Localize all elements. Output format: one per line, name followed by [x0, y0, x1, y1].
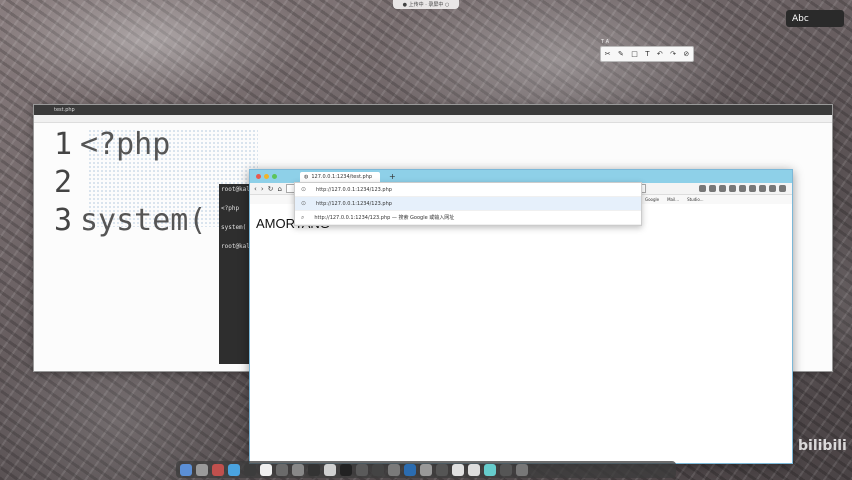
extension-icons	[699, 185, 792, 192]
code-line-1[interactable]: 1 <?php	[54, 127, 170, 162]
extension-icon[interactable]	[719, 185, 726, 192]
dock	[176, 461, 676, 478]
editor-title-bar: test.php	[34, 105, 832, 115]
editor-file-name: test.php	[54, 107, 75, 113]
suggestion-item[interactable]: ⌕ http://127.0.0.1:1234/123.php — 搜索 Goo…	[295, 211, 641, 225]
page-content: AMORTANG	[250, 204, 792, 459]
terminal-line: <?php	[221, 205, 240, 212]
globe-icon: ◍	[304, 173, 309, 180]
history-icon: ⊙	[301, 186, 307, 193]
dock-app-icon[interactable]	[196, 463, 208, 476]
menu-icon[interactable]	[779, 185, 786, 192]
dock-app-icon[interactable]	[276, 463, 288, 476]
back-arrow-icon[interactable]: ‹	[254, 185, 257, 193]
forward-arrow-icon[interactable]: ›	[261, 185, 264, 193]
bookmark-item[interactable]: Mail...	[667, 197, 679, 202]
suggestion-text: http://127.0.0.1:1234/123.php	[316, 186, 392, 193]
code-text: <?php	[80, 127, 171, 162]
redo-icon[interactable]: ↷	[670, 50, 676, 58]
extension-icon[interactable]	[769, 185, 776, 192]
undo-icon[interactable]: ↶	[657, 50, 663, 58]
close-window-button[interactable]	[256, 174, 261, 179]
terminal-line: root@kali:	[221, 186, 249, 193]
clear-icon[interactable]: ⊘	[683, 50, 689, 58]
home-icon[interactable]: ⌂	[278, 185, 282, 193]
suggestion-text: http://127.0.0.1:1234/123.php	[316, 200, 392, 207]
editor-tab-bar	[34, 115, 832, 123]
input-method-badge[interactable]: Abc	[786, 10, 844, 27]
dock-app-icon[interactable]	[244, 463, 256, 476]
maximize-window-button[interactable]	[272, 174, 277, 179]
dock-app-icon[interactable]	[340, 463, 352, 476]
dock-app-icon[interactable]	[500, 463, 512, 476]
reload-icon[interactable]: ↻	[268, 185, 274, 193]
annotation-toolbar-label: T A	[601, 39, 610, 45]
extension-icon[interactable]	[759, 185, 766, 192]
terminal-window[interactable]: root@kali: <?php system( root@kali:	[219, 184, 251, 364]
line-number: 3	[54, 203, 73, 238]
bookmark-item[interactable]: Google	[645, 197, 659, 202]
suggestion-text: http://127.0.0.1:1234/123.php — 搜索 Googl…	[314, 215, 455, 221]
dock-app-icon[interactable]	[516, 463, 528, 476]
rectangle-icon[interactable]: □	[631, 50, 638, 58]
suggestion-item[interactable]: ⊙ http://127.0.0.1:1234/123.php	[295, 197, 641, 211]
code-line-2[interactable]: 2	[54, 165, 80, 200]
extension-icon[interactable]	[749, 185, 756, 192]
dock-app-icon[interactable]	[228, 463, 240, 476]
dock-app-icon[interactable]	[436, 463, 448, 476]
new-tab-button[interactable]: +	[389, 172, 396, 181]
url-suggestions-dropdown: ⊙ http://127.0.0.1:1234/123.php ⊙ http:/…	[294, 182, 642, 226]
dock-app-icon[interactable]	[484, 463, 496, 476]
dock-app-icon[interactable]	[372, 463, 384, 476]
extension-icon[interactable]	[739, 185, 746, 192]
terminal-line: system(	[221, 224, 247, 231]
dock-app-icon[interactable]	[468, 463, 480, 476]
dock-app-icon[interactable]	[308, 463, 320, 476]
dock-app-icon[interactable]	[324, 463, 336, 476]
line-number: 1	[54, 127, 73, 162]
bookmark-item[interactable]: Studio...	[687, 197, 703, 202]
dock-app-icon[interactable]	[404, 463, 416, 476]
dock-app-icon[interactable]	[180, 463, 192, 476]
annotation-toolbar: ✂ ✎ □ T ↶ ↷ ⊘	[600, 46, 694, 62]
system-status-indicator: ● 上传中 · 录屏中 ○	[393, 0, 459, 9]
extension-icon[interactable]	[699, 185, 706, 192]
extension-icon[interactable]	[709, 185, 716, 192]
search-icon: ⌕	[301, 213, 305, 221]
dock-app-icon[interactable]	[212, 463, 224, 476]
dock-app-icon[interactable]	[388, 463, 400, 476]
browser-tab[interactable]: ◍ 127.0.0.1:1234/test.php	[300, 171, 380, 182]
browser-tab-title: 127.0.0.1:1234/test.php	[311, 173, 373, 180]
dock-app-icon[interactable]	[292, 463, 304, 476]
history-icon: ⊙	[301, 200, 307, 207]
suggestion-item[interactable]: ⊙ http://127.0.0.1:1234/123.php	[295, 183, 641, 197]
bilibili-watermark: bilibili	[798, 438, 847, 454]
extension-icon[interactable]	[729, 185, 736, 192]
text-tool-icon[interactable]: T	[645, 50, 649, 58]
minimize-window-button[interactable]	[264, 174, 269, 179]
code-text: system(	[80, 203, 207, 238]
code-line-3[interactable]: 3 system(	[54, 203, 206, 238]
line-number: 2	[54, 165, 73, 200]
dock-app-icon[interactable]	[356, 463, 368, 476]
dock-app-icon[interactable]	[260, 463, 272, 476]
terminal-line: root@kali:	[221, 243, 249, 250]
dock-app-icon[interactable]	[420, 463, 432, 476]
dock-app-icon[interactable]	[452, 463, 464, 476]
scissors-icon[interactable]: ✂	[605, 50, 611, 58]
pen-icon[interactable]: ✎	[618, 50, 624, 58]
